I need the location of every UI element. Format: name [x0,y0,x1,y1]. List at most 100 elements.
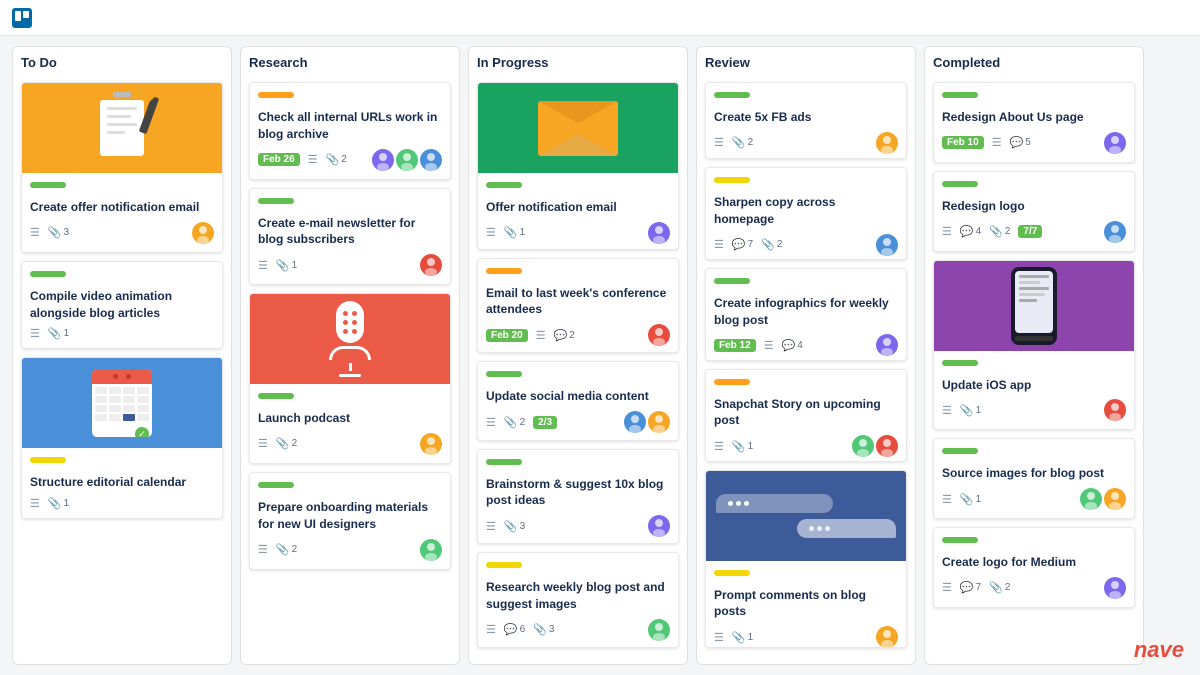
card-rv-5[interactable]: Prompt comments on blog posts☰📎1 [705,470,907,648]
card-ip-5[interactable]: Research weekly blog post and suggest im… [477,552,679,648]
avatar-group [1104,399,1126,421]
description-icon: ☰ [942,404,952,417]
attachments-count: 📎1 [732,631,753,644]
description-icon: ☰ [30,327,40,340]
column-review: ReviewCreate 5x FB ads☰📎2Sharpen copy ac… [696,46,916,665]
card-ip-1[interactable]: Offer notification email☰📎1 [477,82,679,250]
avatar-group [648,619,670,641]
avatar [648,411,670,433]
card-body: Offer notification email☰📎1 [478,173,678,250]
card-label [714,278,750,284]
card-body: Create e-mail newsletter for blog subscr… [250,189,450,285]
card-meta: ☰📎3 [30,222,214,244]
card-meta: Feb 26☰📎2 [258,149,442,171]
card-cp-5[interactable]: Create logo for Medium☰💬7📎2 [933,527,1135,608]
avatar [876,626,898,648]
card-ip-2[interactable]: Email to last week's conference attendee… [477,258,679,354]
card-ip-4[interactable]: Brainstorm & suggest 10x blog post ideas… [477,449,679,545]
avatar [1104,221,1126,243]
card-body: Launch podcast☰📎2 [250,384,450,463]
avatar [420,433,442,455]
card-res-4[interactable]: Prepare onboarding materials for new UI … [249,472,451,570]
avatar [1104,577,1126,599]
card-rv-4[interactable]: Snapchat Story on upcoming post ☰ 📎1 [705,369,907,462]
avatar [876,435,898,457]
card-res-1[interactable]: Check all internal URLs work in blog arc… [249,82,451,180]
card-rv-2[interactable]: Sharpen copy across homepage☰💬7📎2 [705,167,907,260]
card-body: Brainstorm & suggest 10x blog post ideas… [478,450,678,545]
card-label [486,182,522,188]
card-image-notepad [22,83,222,173]
attachments-count: 📎2 [504,416,525,429]
card-title: Update social media content [486,388,670,405]
description-icon: ☰ [764,339,774,352]
card-meta: Feb 12☰💬4 [714,334,898,356]
card-meta: ☰📎1 [258,254,442,276]
avatar [1080,488,1102,510]
description-icon: ☰ [992,136,1002,149]
card-meta: ☰📎1 [942,399,1126,421]
avatar-group [624,411,670,433]
attachments-count: 📎3 [504,520,525,533]
avatar [852,435,874,457]
card-body: Prepare onboarding materials for new UI … [250,473,450,569]
card-todo-2[interactable]: Compile video animation alongside blog a… [21,261,223,350]
card-meta: ☰ 📎1 [714,435,898,457]
card-label [258,92,294,98]
card-body: Create 5x FB ads☰📎2 [706,83,906,159]
card-res-2[interactable]: Create e-mail newsletter for blog subscr… [249,188,451,286]
card-label [486,268,522,274]
description-icon: ☰ [486,520,496,533]
avatar [624,411,646,433]
card-body: Source images for blog post☰📎1 [934,439,1134,518]
card-title: Snapchat Story on upcoming post [714,396,898,430]
card-res-3[interactable]: Launch podcast☰📎2 [249,293,451,464]
card-label [30,271,66,277]
avatar-group [420,254,442,276]
comments-count: 💬6 [504,623,525,636]
column-header-todo: To Do [21,55,223,74]
description-icon: ☰ [486,623,496,636]
card-label [942,537,978,543]
column-header-research: Research [249,55,451,74]
card-todo-1[interactable]: Create offer notification email ☰📎3 [21,82,223,253]
column-header-inprogress: In Progress [477,55,679,74]
card-cp-2[interactable]: Redesign logo☰💬4📎27/7 [933,171,1135,252]
attachments-count: 📎1 [276,259,297,272]
card-body: Redesign logo☰💬4📎27/7 [934,172,1134,251]
card-rv-1[interactable]: Create 5x FB ads☰📎2 [705,82,907,159]
card-image-calendar: ✓ [22,358,222,448]
card-meta: ☰ 📎3 [486,515,670,537]
card-title: Prompt comments on blog posts [714,587,898,621]
description-icon: ☰ [714,440,724,453]
card-label [714,177,750,183]
card-label [486,371,522,377]
card-rv-3[interactable]: Create infographics for weekly blog post… [705,268,907,361]
attachments-count: 📎3 [533,623,554,636]
card-title: Create offer notification email [30,199,214,216]
description-icon: ☰ [942,581,952,594]
card-title: Check all internal URLs work in blog arc… [258,109,442,143]
attachments-count: 📎3 [48,226,69,239]
card-cp-3[interactable]: Update iOS app☰📎1 [933,260,1135,431]
card-cp-4[interactable]: Source images for blog post☰📎1 [933,438,1135,519]
card-label [714,379,750,385]
card-meta: ☰📎22/3 [486,411,670,433]
progress-badge: 7/7 [1018,225,1042,238]
card-todo-3[interactable]: ✓ Structure editorial calendar☰📎1 [21,357,223,519]
avatar-group [648,324,670,346]
card-label [942,181,978,187]
trello-logo[interactable] [12,8,38,28]
card-cp-1[interactable]: Redesign About Us pageFeb 10☰💬5 [933,82,1135,163]
attachments-count: 📎1 [732,440,753,453]
card-meta: ☰💬7📎2 [942,577,1126,599]
attachments-count: 📎1 [960,493,981,506]
card-label [486,562,522,568]
avatar [876,334,898,356]
board-container: To Do Create offer notification email☰📎3… [0,36,1200,675]
comments-count: 💬5 [1010,136,1031,149]
avatar [648,222,670,244]
avatar-group [648,515,670,537]
card-ip-3[interactable]: Update social media content ☰📎22/3 [477,361,679,440]
column-header-completed: Completed [933,55,1135,74]
